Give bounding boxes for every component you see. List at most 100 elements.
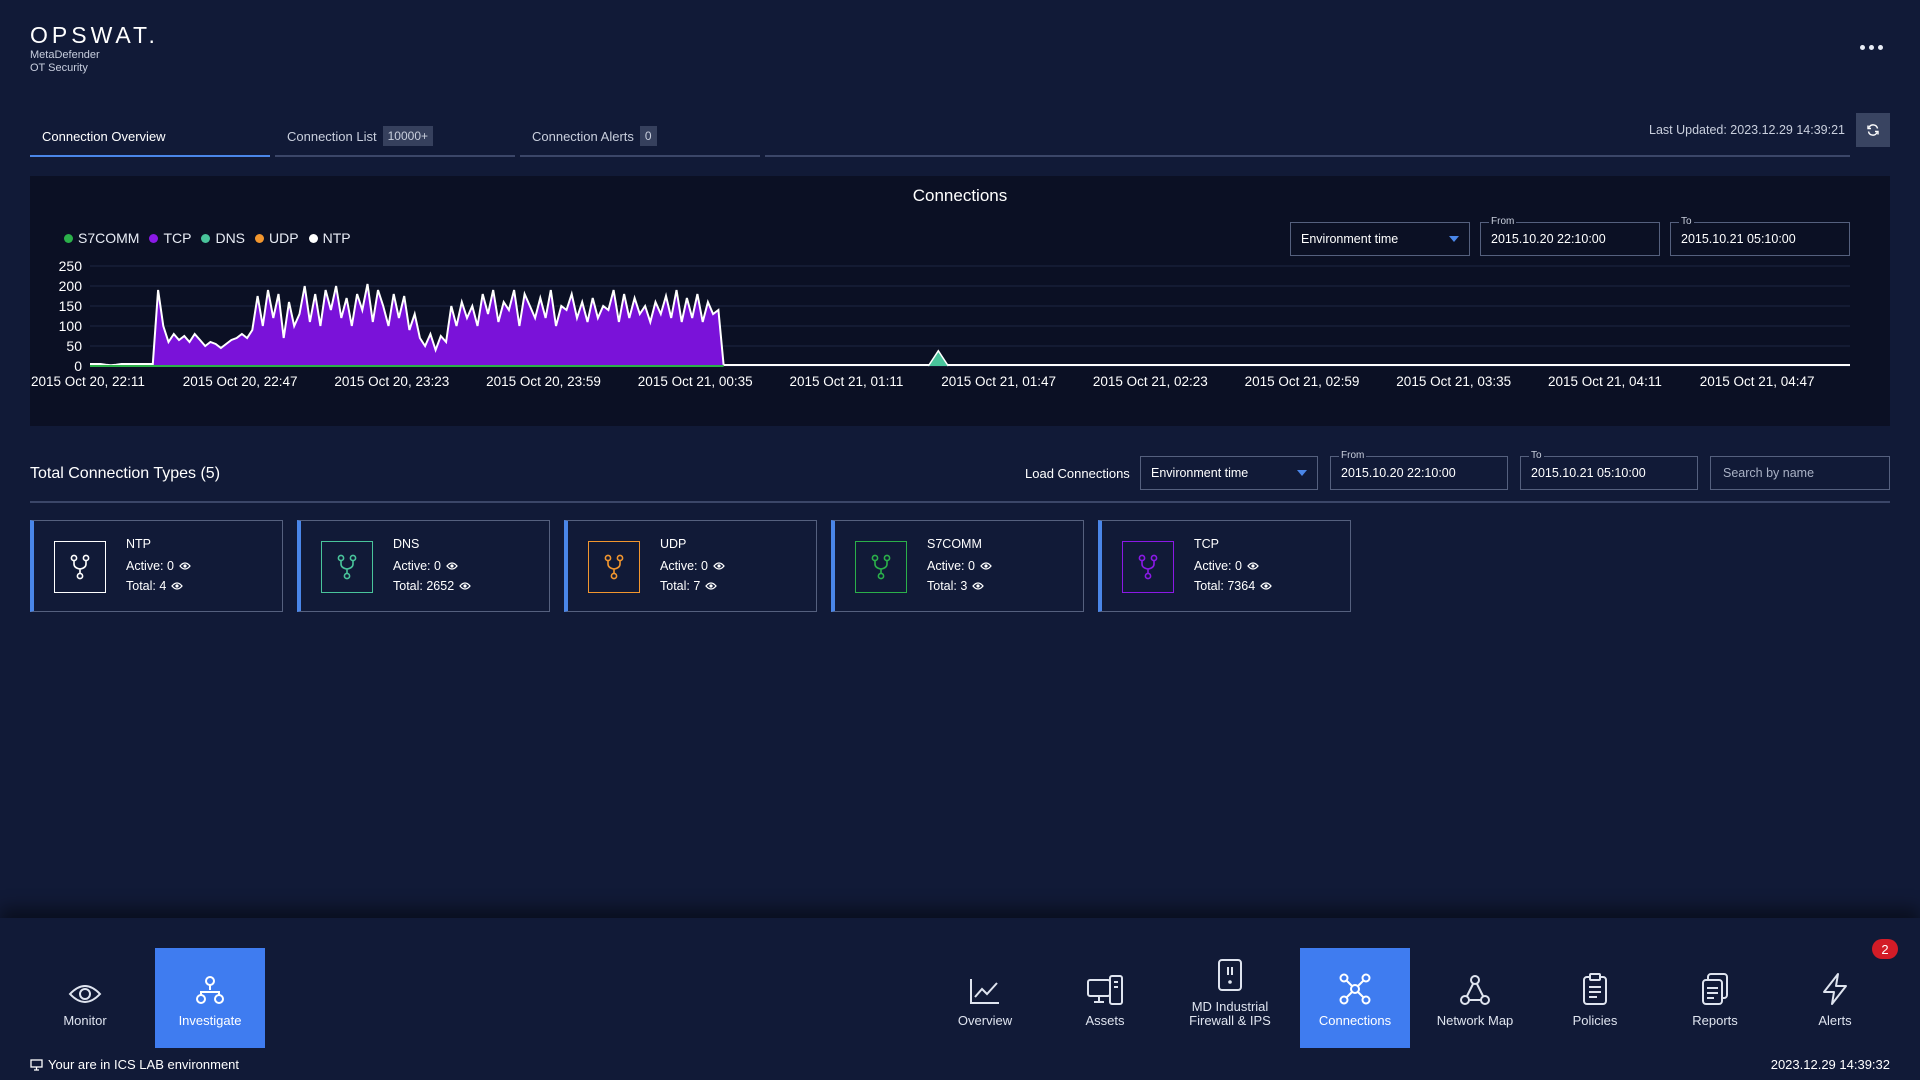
nav-alerts[interactable]: Alerts	[1780, 948, 1890, 1048]
legend-item-udp[interactable]: UDP	[255, 230, 299, 246]
card-active-count[interactable]: Active: 0	[927, 559, 992, 573]
alerts-count-badge: 2	[1872, 939, 1898, 959]
refresh-button[interactable]	[1856, 113, 1890, 147]
nav-investigate[interactable]: Investigate	[155, 948, 265, 1048]
legend-item-dns[interactable]: DNS	[201, 230, 245, 246]
tab-label: Connection Overview	[42, 128, 166, 144]
tab-label: Connection Alerts	[532, 128, 634, 144]
x-tick-label: 2015 Oct 20, 23:23	[334, 374, 449, 389]
nav-connections[interactable]: Connections	[1300, 948, 1410, 1048]
card-name: NTP	[126, 537, 151, 551]
y-tick-label: 0	[74, 358, 82, 374]
field-value: 2015.10.20 22:10:00	[1491, 232, 1606, 246]
select-value: Environment time	[1151, 466, 1249, 480]
card-active-count[interactable]: Active: 0	[660, 559, 725, 573]
active-text: Active: 0	[1194, 559, 1242, 573]
card-active-count[interactable]: Active: 0	[126, 559, 191, 573]
x-tick-label: 2015 Oct 20, 22:11	[31, 374, 145, 389]
y-tick-label: 200	[59, 278, 83, 294]
x-tick-label: 2015 Oct 21, 00:35	[638, 374, 753, 389]
nav-monitor[interactable]: Monitor	[30, 948, 140, 1048]
nav-reports[interactable]: Reports	[1660, 948, 1770, 1048]
connection-card-s7comm[interactable]: S7COMM Active: 0 Total: 3	[831, 520, 1084, 612]
dns-series-spike	[928, 350, 949, 366]
nav-overview[interactable]: Overview	[930, 948, 1040, 1048]
nav-label: Overview	[957, 1013, 1013, 1028]
nav-label: Assets	[1085, 1013, 1125, 1028]
connection-card-udp[interactable]: UDP Active: 0 Total: 7	[564, 520, 817, 612]
branch-icon	[321, 541, 373, 593]
eye-icon	[446, 562, 458, 570]
connections-area-chart[interactable]: 250 200 150 100 50 02015 Oct 20, 22:11 2015 Oc…	[30, 256, 1890, 426]
nav-label: Investigate	[178, 1013, 242, 1028]
tab-connection-alerts[interactable]: Connection Alerts 0	[520, 117, 760, 157]
legend-item-tcp[interactable]: TCP	[149, 230, 191, 246]
card-total-count[interactable]: Total: 2652	[393, 579, 472, 593]
bottom-navigation: Monitor Investigate Overview Assets MD I…	[0, 918, 1920, 1080]
load-to-field[interactable]: To 2015.10.21 05:10:00	[1520, 450, 1698, 490]
card-total-count[interactable]: Total: 7364	[1194, 579, 1273, 593]
legend-label: NTP	[322, 230, 351, 246]
refresh-icon	[1867, 124, 1879, 136]
nav-md-industrial-firewall[interactable]: MD Industrial Firewall & IPS	[1175, 948, 1285, 1048]
field-label: To	[1529, 450, 1544, 461]
eye-icon	[980, 562, 992, 570]
branch-icon	[588, 541, 640, 593]
section-divider	[30, 501, 1890, 503]
firewall-device-icon	[1218, 959, 1242, 991]
load-from-field[interactable]: From 2015.10.20 22:10:00	[1330, 450, 1508, 490]
nav-label: Policies	[1572, 1013, 1618, 1028]
legend-dot	[308, 233, 318, 243]
nav-network-map[interactable]: Network Map	[1420, 948, 1530, 1048]
x-tick-label: 2015 Oct 20, 22:47	[183, 374, 298, 389]
load-time-mode-select[interactable]: Environment time	[1140, 456, 1318, 490]
clipboard-icon	[1583, 973, 1607, 1005]
chart-from-field[interactable]: From 2015.10.20 22:10:00	[1480, 216, 1660, 256]
total-text: Total: 7	[660, 579, 701, 593]
card-total-count[interactable]: Total: 3	[927, 579, 985, 593]
field-value: 2015.10.21 05:10:00	[1531, 466, 1646, 480]
tab-divider	[765, 155, 1850, 157]
logo-wordmark: OPSWAT.	[30, 22, 159, 48]
active-text: Active: 0	[126, 559, 174, 573]
legend-item-s7comm[interactable]: S7COMM	[64, 230, 139, 246]
active-text: Active: 0	[660, 559, 708, 573]
nav-assets[interactable]: Assets	[1050, 948, 1160, 1048]
network-map-icon	[1460, 975, 1490, 1005]
system-clock: 2023.12.29 14:39:32	[1770, 1057, 1890, 1072]
legend-dot	[201, 233, 211, 243]
y-tick-label: 150	[59, 298, 83, 314]
eye-icon	[972, 582, 985, 590]
field-label: From	[1339, 450, 1367, 461]
total-text: Total: 3	[927, 579, 968, 593]
devices-icon	[1087, 975, 1123, 1005]
chart-to-field[interactable]: To 2015.10.21 05:10:00	[1670, 216, 1850, 256]
nav-policies[interactable]: Policies	[1540, 948, 1650, 1048]
tab-connection-list[interactable]: Connection List 10000+	[275, 117, 515, 157]
legend-item-ntp[interactable]: NTP	[308, 230, 351, 246]
connection-card-ntp[interactable]: NTP Active: 0 Total: 4	[30, 520, 283, 612]
nav-label: Reports	[1692, 1013, 1738, 1028]
card-active-count[interactable]: Active: 0	[1194, 559, 1259, 573]
x-tick-label: 2015 Oct 21, 04:47	[1700, 374, 1815, 389]
connection-tabs: Connection Overview Connection List 1000…	[30, 117, 1890, 157]
nav-label: Network Map	[1436, 1013, 1514, 1028]
card-total-count[interactable]: Total: 7	[660, 579, 718, 593]
legend-label: S7COMM	[78, 230, 140, 246]
connection-card-dns[interactable]: DNS Active: 0 Total: 2652	[297, 520, 550, 612]
total-text: Total: 4	[126, 579, 167, 593]
card-total-count[interactable]: Total: 4	[126, 579, 184, 593]
monitor-icon	[30, 1058, 43, 1071]
y-tick-label: 250	[59, 258, 83, 274]
connection-card-tcp[interactable]: TCP Active: 0 Total: 7364	[1098, 520, 1351, 612]
tab-label: Connection List	[287, 128, 377, 144]
more-options-icon[interactable]	[1860, 40, 1890, 54]
field-label: From	[1489, 216, 1517, 227]
chart-time-mode-select[interactable]: Environment time	[1290, 222, 1470, 256]
card-name: DNS	[393, 537, 420, 551]
card-active-count[interactable]: Active: 0	[393, 559, 458, 573]
tab-connection-overview[interactable]: Connection Overview	[30, 117, 270, 157]
hierarchy-icon	[196, 976, 224, 1004]
search-by-name-input[interactable]: Search by name	[1710, 456, 1890, 490]
tab-count-badge: 10000+	[382, 126, 434, 146]
